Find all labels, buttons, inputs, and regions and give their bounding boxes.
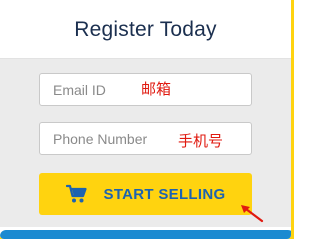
phone-annotation: 手机号: [178, 132, 224, 150]
card-header: Register Today: [0, 0, 291, 59]
footer-bar: [0, 230, 291, 239]
footer-strip: [0, 227, 291, 239]
email-placeholder: Email ID: [53, 81, 106, 98]
start-selling-button[interactable]: START SELLING: [39, 173, 252, 215]
page-title: Register Today: [74, 17, 217, 41]
register-card: Register Today Email ID 邮箱 Phone Number …: [0, 0, 291, 239]
page: Register Today Email ID 邮箱 Phone Number …: [0, 0, 294, 239]
phone-placeholder: Phone Number: [53, 130, 148, 147]
start-selling-label: START SELLING: [103, 185, 226, 203]
red-arrow-icon: [238, 202, 264, 224]
shopping-cart-icon: [65, 184, 88, 204]
email-annotation: 邮箱: [141, 80, 172, 98]
